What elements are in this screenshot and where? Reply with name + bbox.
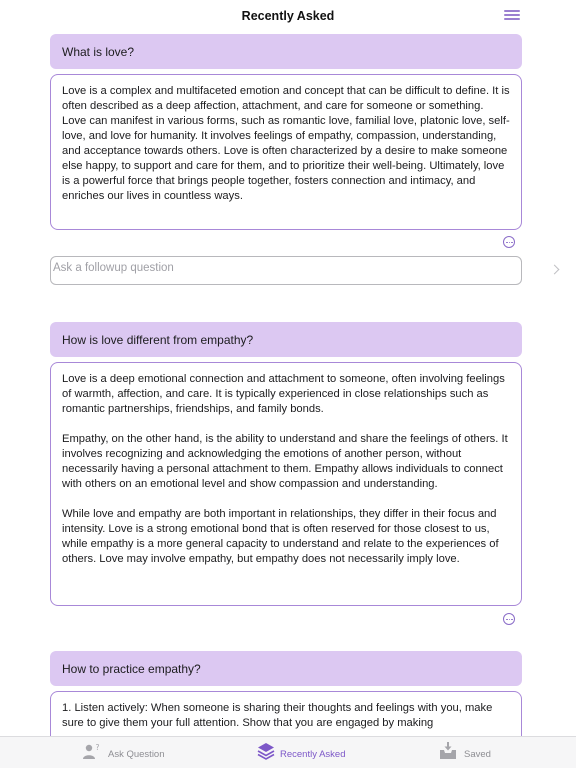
answer-paragraph: 1. Listen actively: When someone is shar… bbox=[62, 702, 493, 729]
stack-icon bbox=[257, 743, 275, 760]
svg-text:?: ? bbox=[96, 743, 100, 752]
question-text: What is love? bbox=[62, 45, 135, 59]
tab-bar: ? Ask Question Recently Asked Saved bbox=[0, 736, 576, 768]
followup-input[interactable] bbox=[53, 260, 483, 276]
tray-download-icon bbox=[440, 742, 456, 759]
answer-paragraph: While love and empathy are both importan… bbox=[62, 508, 499, 565]
more-options-icon[interactable] bbox=[503, 613, 515, 625]
question-text: How is love different from empathy? bbox=[62, 333, 254, 347]
answer-card: Love is a complex and multifaceted emoti… bbox=[50, 74, 522, 230]
question-text: How to practice empathy? bbox=[62, 662, 201, 676]
more-options-icon[interactable] bbox=[503, 236, 515, 248]
answer-card: 1. Listen actively: When someone is shar… bbox=[50, 691, 522, 736]
thread-list[interactable]: What is love? Love is a complex and mult… bbox=[0, 32, 576, 736]
menu-icon[interactable] bbox=[504, 10, 520, 22]
question-card[interactable]: How to practice empathy? bbox=[50, 651, 522, 686]
answer-paragraph: Love is a complex and multifaceted emoti… bbox=[62, 85, 510, 202]
page-title: Recently Asked bbox=[241, 9, 335, 23]
answer-card: Love is a deep emotional connection and … bbox=[50, 362, 522, 606]
question-card[interactable]: How is love different from empathy? bbox=[50, 322, 522, 357]
answer-paragraph: Empathy, on the other hand, is the abili… bbox=[62, 433, 508, 490]
question-card[interactable]: What is love? bbox=[50, 34, 522, 69]
chevron-right-icon[interactable] bbox=[549, 264, 560, 275]
tab-label: Saved bbox=[464, 749, 491, 760]
header-bar: Recently Asked bbox=[0, 0, 576, 32]
tab-ask-question[interactable]: ? Ask Question bbox=[82, 737, 192, 768]
tab-recently-asked[interactable]: Recently Asked bbox=[257, 737, 367, 768]
tab-saved[interactable]: Saved bbox=[438, 737, 498, 768]
person-question-icon: ? bbox=[83, 743, 100, 759]
answer-paragraph: Love is a deep emotional connection and … bbox=[62, 373, 505, 415]
tab-label: Ask Question bbox=[108, 749, 165, 760]
followup-field[interactable] bbox=[50, 256, 560, 285]
tab-label: Recently Asked bbox=[280, 749, 346, 760]
